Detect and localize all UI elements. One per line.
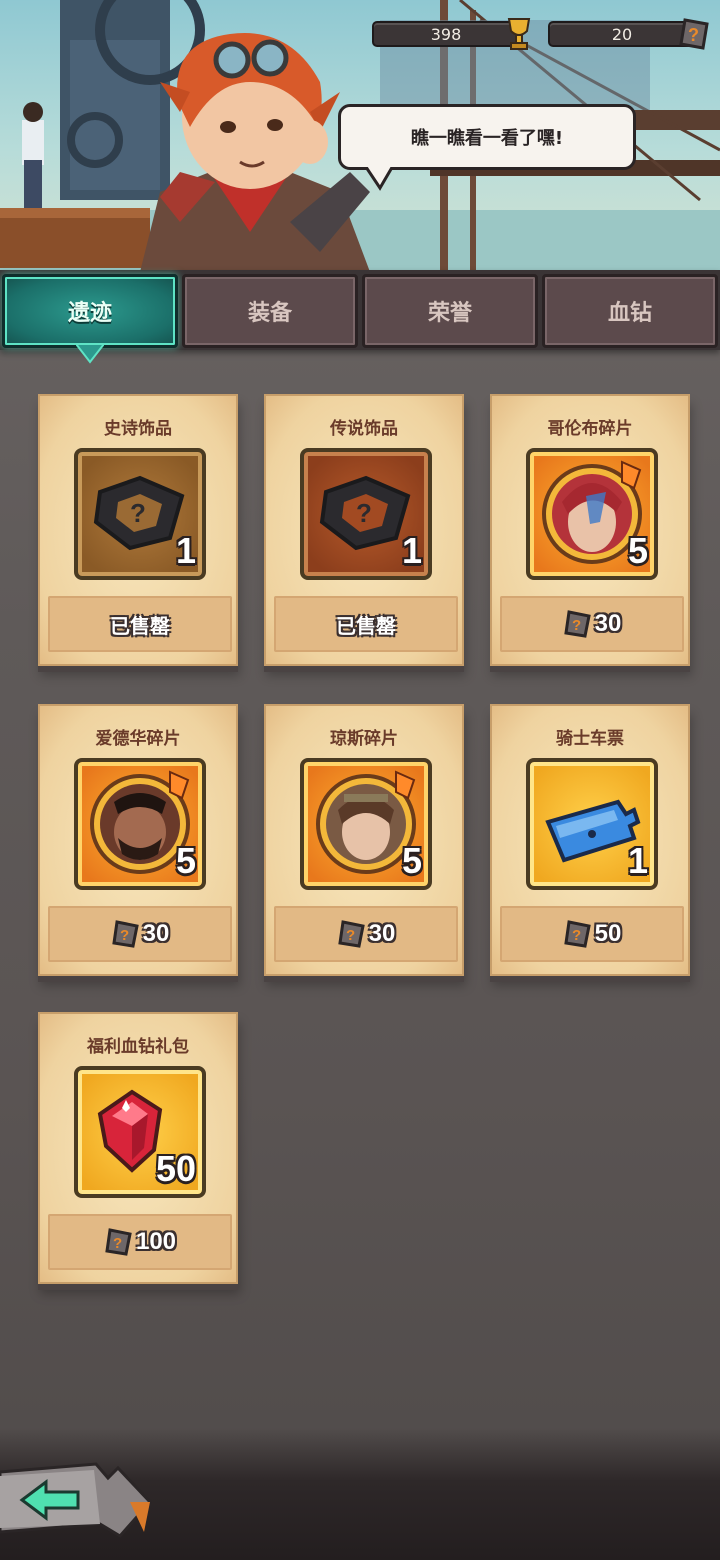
item-quantity: 1 — [175, 530, 196, 571]
sold-out-bar: 已售罄 — [48, 596, 232, 652]
crystal-currency-icon: ? — [337, 920, 365, 948]
item-quantity: 5 — [401, 840, 422, 881]
item-frame: 5 — [300, 758, 432, 890]
speech-text: 瞧一瞧看一看了嘿! — [410, 128, 564, 149]
shop-item-card[interactable]: 传说饰品 ? 1 已售罄 — [264, 394, 464, 666]
item-frame: ? 1 — [300, 448, 432, 580]
svg-text:?: ? — [356, 498, 372, 528]
item-title: 福利血钻礼包 — [87, 1037, 189, 1057]
item-price: 30 — [142, 920, 170, 947]
price-bar[interactable]: ? 50 — [500, 906, 684, 962]
item-frame: 1 — [526, 758, 658, 890]
item-frame: 50 — [74, 1066, 206, 1198]
shop-item-card[interactable]: 哥伦布碎片 5 ? 30 — [490, 394, 690, 666]
crystal-counter: 20 — [548, 21, 696, 47]
price-bar[interactable]: ? 30 — [274, 906, 458, 962]
tab-equipment-label: 装备 — [247, 301, 292, 326]
item-title: 哥伦布碎片 — [547, 419, 633, 439]
shop-item-card[interactable]: 福利血钻礼包 50 ? 100 — [38, 1012, 238, 1284]
back-button[interactable] — [0, 1462, 160, 1542]
active-tab-indicator-icon — [76, 344, 104, 364]
tab-honor[interactable]: 荣誉 — [362, 274, 538, 348]
tab-blood-diamond[interactable]: 血钻 — [542, 274, 718, 348]
item-price: 100 — [135, 1228, 177, 1255]
item-quantity: 1 — [627, 840, 648, 881]
crystal-currency-icon: ? — [111, 920, 139, 948]
sold-out-label: 已售罄 — [110, 613, 170, 638]
svg-text:?: ? — [113, 1235, 122, 1252]
item-quantity: 50 — [155, 1148, 196, 1189]
sold-out-label: 已售罄 — [336, 613, 396, 638]
shop-tab-bar: 遗迹 装备 荣誉 血钻 — [0, 270, 720, 350]
crystal-currency-icon: ? — [563, 610, 591, 638]
shop-item-card[interactable]: 琼斯碎片 5 ? 30 — [264, 704, 464, 976]
item-price: 30 — [368, 920, 396, 947]
crystal-count: 20 — [611, 24, 633, 44]
item-quantity: 1 — [401, 530, 422, 571]
item-title: 史诗饰品 — [104, 419, 172, 439]
shop-item-card[interactable]: 爱德华碎片 5 ? 30 — [38, 704, 238, 976]
item-title: 骑士车票 — [556, 729, 624, 749]
svg-text:?: ? — [130, 498, 146, 528]
crystal-currency-icon: ? — [563, 920, 591, 948]
crystal-currency-icon: ? — [679, 18, 709, 50]
svg-text:?: ? — [572, 617, 581, 634]
crystal-currency-icon: ? — [105, 1228, 132, 1256]
shop-item-card[interactable]: 骑士车票 1 ? 50 — [490, 704, 690, 976]
item-title: 传说饰品 — [330, 419, 398, 439]
item-frame: 5 — [526, 448, 658, 580]
svg-text:?: ? — [572, 927, 581, 944]
speech-bubble: 瞧一瞧看一看了嘿! — [338, 104, 636, 170]
trophy-counter: 398 — [372, 21, 520, 47]
shop-item-card[interactable]: 史诗饰品 ? 1 已售罄 — [38, 394, 238, 666]
trophy-icon — [507, 18, 531, 50]
item-price: 30 — [594, 610, 622, 637]
item-title: 爱德华碎片 — [95, 729, 181, 749]
item-title: 琼斯碎片 — [330, 729, 398, 749]
item-frame: 5 — [74, 758, 206, 890]
price-bar[interactable]: ? 30 — [500, 596, 684, 652]
speech-bubble-tail — [362, 164, 396, 191]
tab-relics-label: 遗迹 — [67, 301, 112, 326]
shop-header-scene: 398 20 ? 瞧一瞧看一看了嘿! — [0, 0, 720, 272]
svg-text:?: ? — [346, 927, 355, 944]
price-bar[interactable]: ? 100 — [48, 1214, 232, 1270]
price-bar[interactable]: ? 30 — [48, 906, 232, 962]
item-quantity: 5 — [627, 530, 648, 571]
svg-text:?: ? — [120, 927, 129, 944]
sold-out-bar: 已售罄 — [274, 596, 458, 652]
item-frame: ? 1 — [74, 448, 206, 580]
tab-equipment[interactable]: 装备 — [182, 274, 358, 348]
trophy-count: 398 — [430, 24, 462, 44]
svg-text:?: ? — [688, 25, 699, 45]
tab-relics[interactable]: 遗迹 — [2, 274, 178, 348]
item-price: 50 — [594, 920, 622, 947]
tab-honor-label: 荣誉 — [427, 301, 472, 326]
tab-blood-diamond-label: 血钻 — [607, 301, 652, 326]
item-quantity: 5 — [175, 840, 196, 881]
